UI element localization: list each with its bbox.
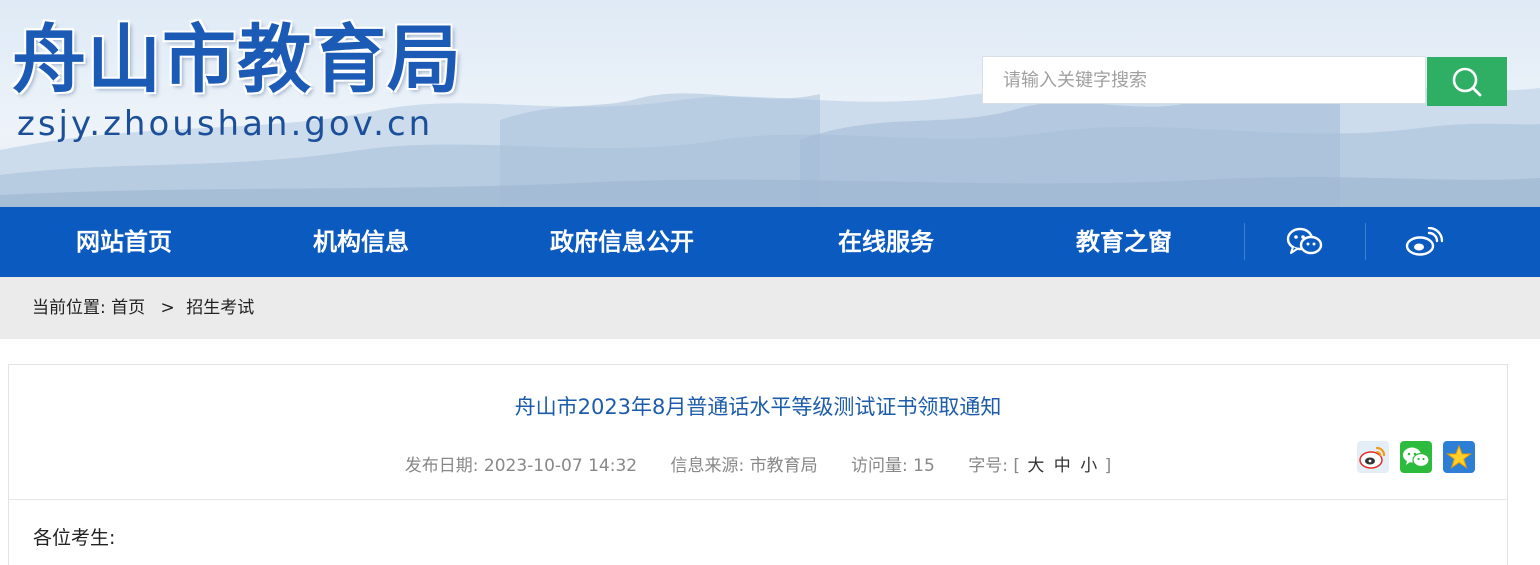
nav-divider <box>1365 223 1366 260</box>
site-logo-title: 舟山市教育局 <box>12 17 462 103</box>
breadcrumb-current-link[interactable]: 招生考试 <box>186 298 254 318</box>
main-nav: 网站首页 机构信息 政府信息公开 在线服务 教育之窗 <box>0 207 1540 277</box>
wechat-share-icon <box>1403 447 1430 468</box>
nav-item-gov-info[interactable]: 政府信息公开 <box>550 207 694 277</box>
nav-item-organization[interactable]: 机构信息 <box>313 207 409 277</box>
breadcrumb-home-link[interactable]: 首页 <box>111 298 145 318</box>
font-size-control: 字号: [ 大 中 小 ] <box>968 456 1111 476</box>
bracket-open: [ <box>1013 456 1020 476</box>
site-header: 舟山市教育局 zsjy.zhoushan.gov.cn <box>0 0 1540 207</box>
search-box <box>982 56 1426 104</box>
weibo-share-icon <box>1359 446 1386 469</box>
search-input[interactable] <box>1001 68 1405 92</box>
search-icon <box>1452 67 1482 96</box>
weibo-icon <box>1405 227 1443 256</box>
breadcrumb-prefix: 当前位置: <box>32 298 106 318</box>
font-size-medium[interactable]: 中 <box>1054 456 1071 476</box>
article-title: 舟山市2023年8月普通话水平等级测试证书领取通知 <box>514 395 1002 419</box>
nav-item-home[interactable]: 网站首页 <box>76 207 172 277</box>
bracket-close: ] <box>1104 456 1112 476</box>
favorite-icon <box>1446 444 1472 469</box>
breadcrumb: 当前位置: 首页 > 招生考试 <box>0 277 1540 339</box>
share-wechat-button[interactable] <box>1400 441 1432 473</box>
font-size-label: 字号: <box>968 456 1008 476</box>
font-size-small[interactable]: 小 <box>1080 456 1097 476</box>
article-card: 舟山市2023年8月普通话水平等级测试证书领取通知 发布日期: 2023-10-… <box>8 364 1508 565</box>
nav-item-education-window[interactable]: 教育之窗 <box>1076 207 1172 277</box>
nav-divider <box>1244 223 1245 260</box>
view-count: 访问量: 15 <box>851 456 935 476</box>
meta-divider <box>9 499 1507 500</box>
share-weibo-button[interactable] <box>1357 441 1389 473</box>
publish-date: 发布日期: 2023-10-07 14:32 <box>404 456 638 476</box>
info-source: 信息来源: 市教育局 <box>670 456 818 476</box>
site-domain: zsjy.zhoushan.gov.cn <box>17 104 434 144</box>
share-favorite-button[interactable] <box>1443 441 1475 473</box>
article-meta: 发布日期: 2023-10-07 14:32 信息来源: 市教育局 访问量: 1… <box>9 451 1507 476</box>
weibo-nav-button[interactable] <box>1404 224 1444 260</box>
font-size-large[interactable]: 大 <box>1027 456 1044 476</box>
wechat-nav-button[interactable] <box>1285 224 1325 260</box>
nav-item-online-service[interactable]: 在线服务 <box>838 207 934 277</box>
search-button[interactable] <box>1427 57 1507 106</box>
wechat-icon <box>1286 227 1323 255</box>
breadcrumb-separator: > <box>160 298 175 318</box>
